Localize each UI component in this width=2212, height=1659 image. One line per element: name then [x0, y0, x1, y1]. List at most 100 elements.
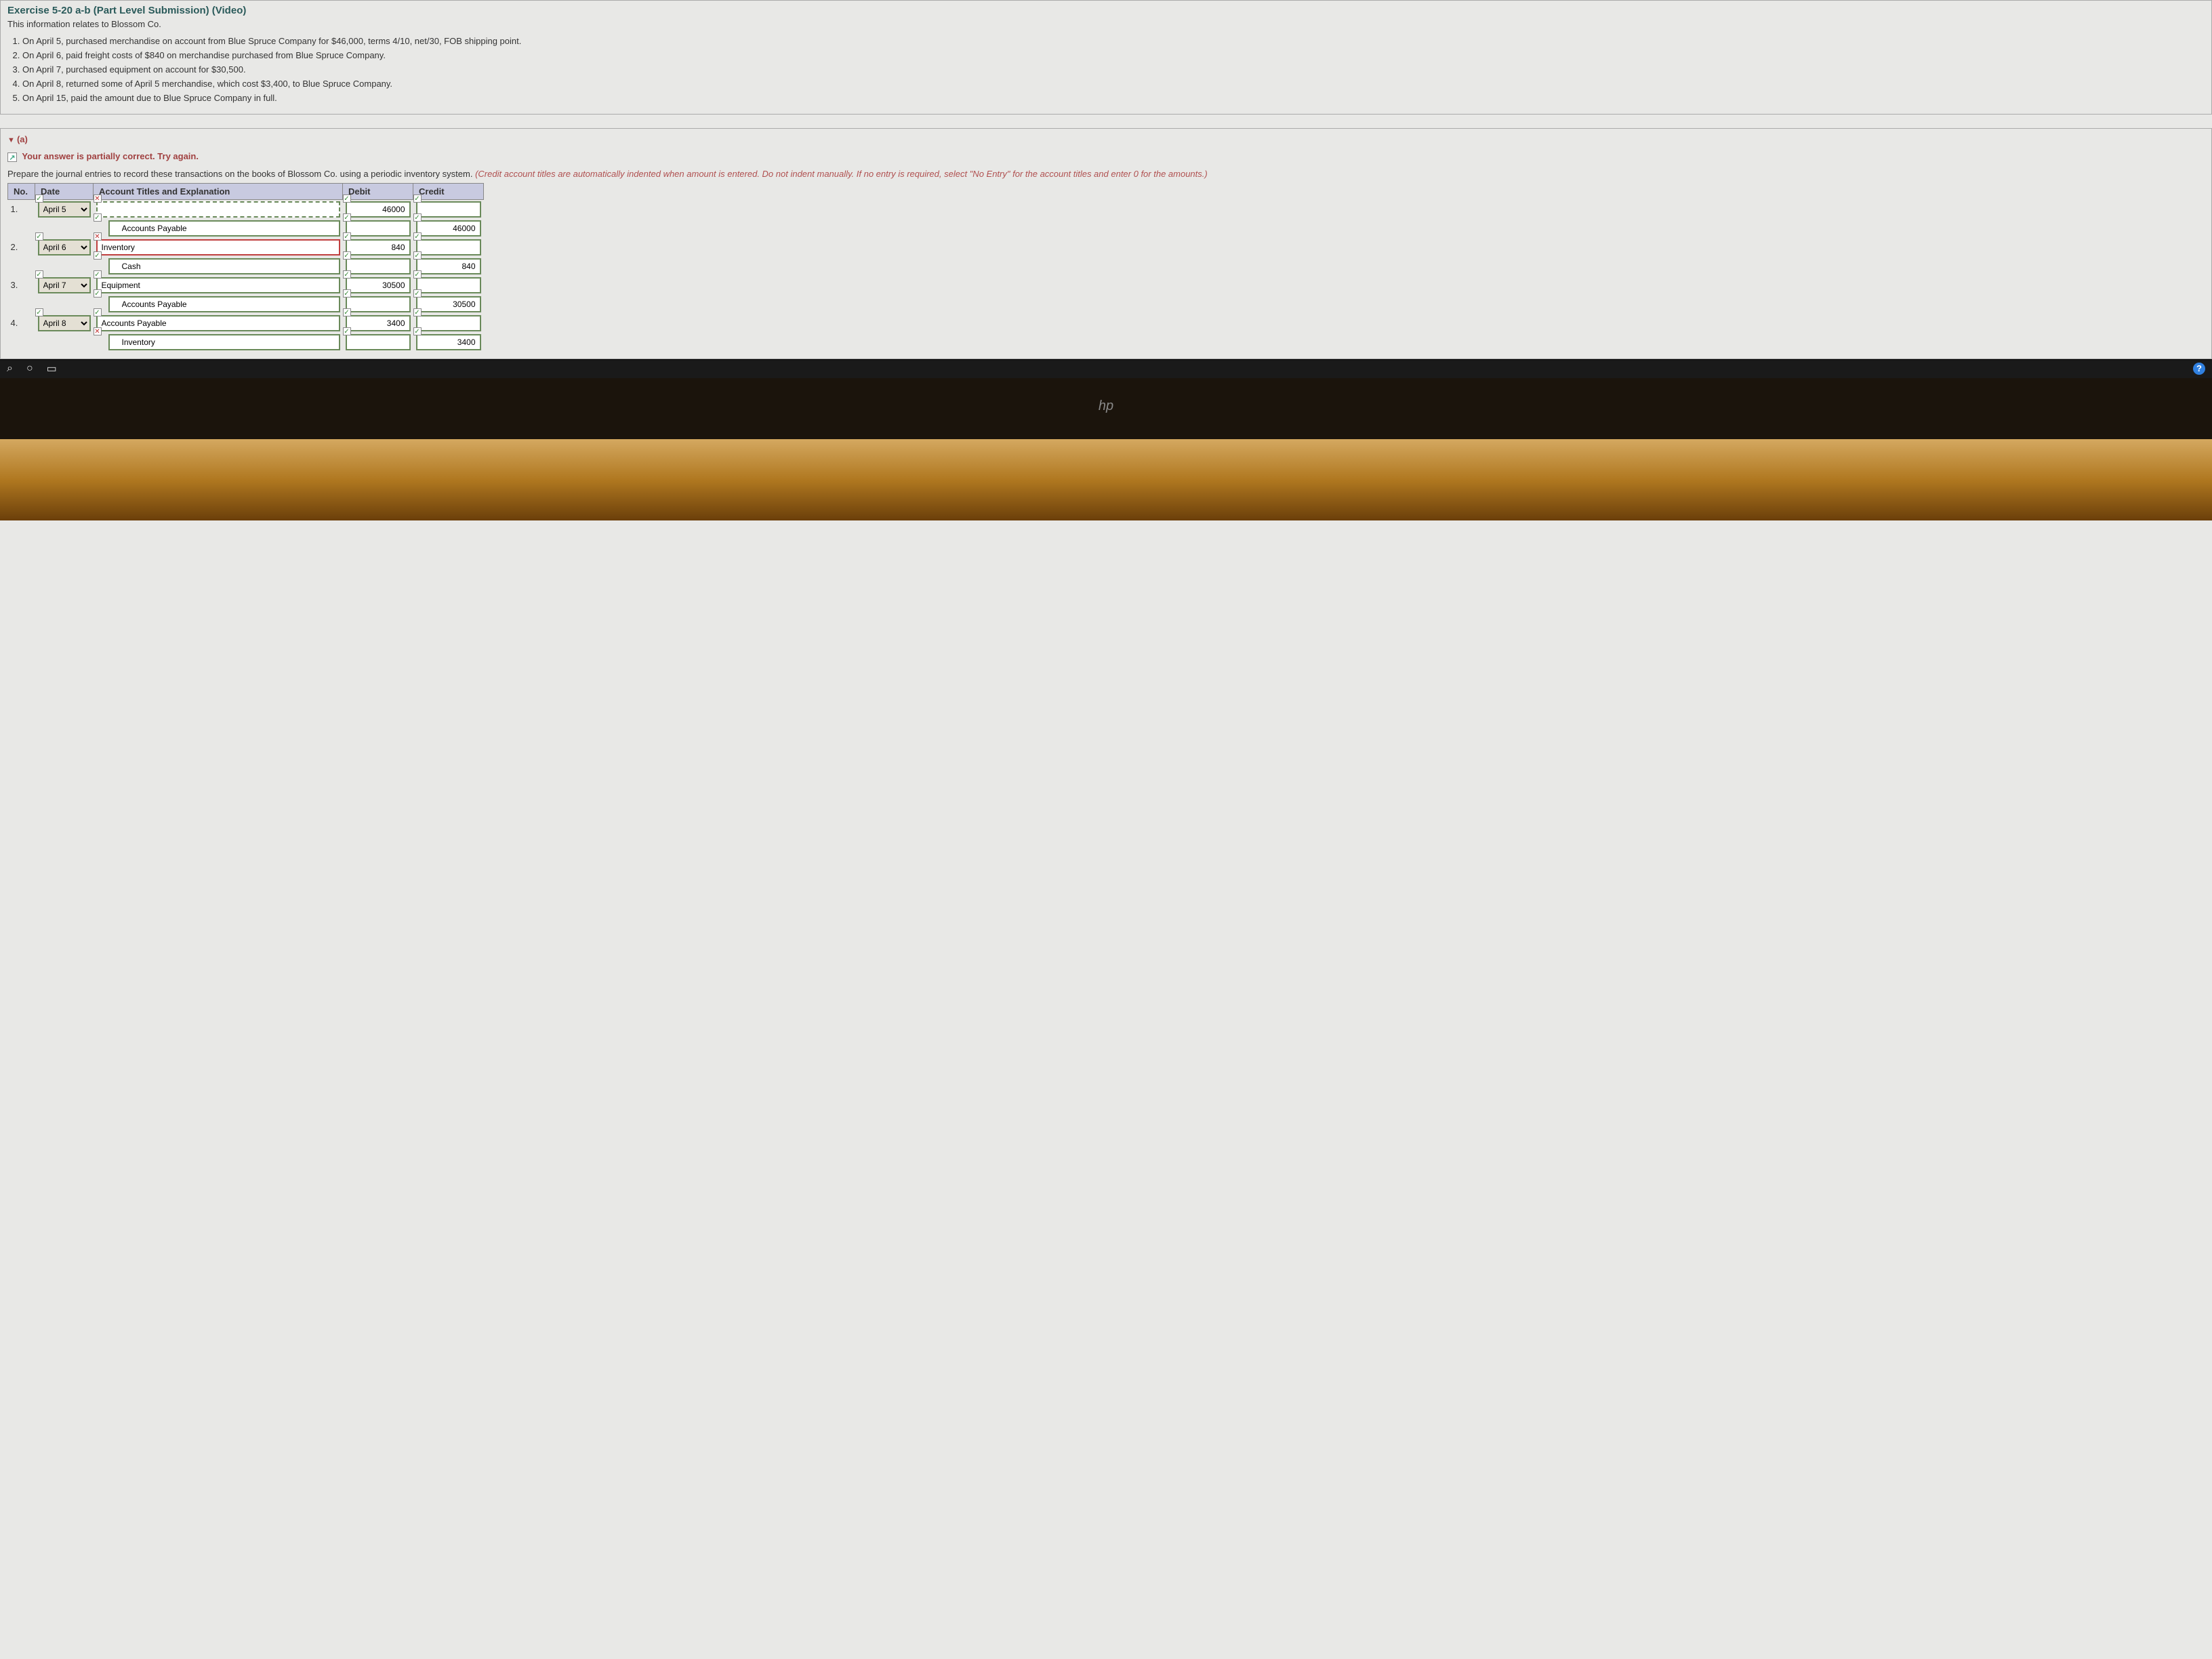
debit-cell: ✓ [343, 219, 413, 238]
date-cell [35, 333, 94, 352]
debit-cell: ✓ [343, 333, 413, 352]
col-credit: Credit [413, 183, 484, 199]
col-date: Date [35, 183, 94, 199]
check-icon: ✓ [413, 289, 422, 298]
intro-text: This information relates to Blossom Co. [7, 19, 2205, 29]
list-item: On April 15, paid the amount due to Blue… [22, 93, 2205, 103]
instructions: Prepare the journal entries to record th… [7, 169, 2205, 179]
date-cell: ✓April 7 [35, 276, 94, 295]
account-title-input[interactable] [108, 334, 340, 350]
check-icon: ✓ [413, 194, 422, 203]
row-number: 2. [8, 238, 35, 257]
table-row: ✓✓✓ [8, 219, 484, 238]
debit-cell: ✓ [343, 199, 413, 219]
check-icon: ✓ [343, 251, 351, 260]
table-row: 2.✓April 6✕✓✓ [8, 238, 484, 257]
date-select[interactable]: April 7 [38, 277, 91, 293]
account-title-input[interactable] [108, 220, 340, 237]
account-title-input[interactable] [108, 258, 340, 274]
date-select[interactable]: April 6 [38, 239, 91, 255]
check-icon: ✓ [343, 270, 351, 279]
debit-cell: ✓ [343, 295, 413, 314]
check-icon: ✓ [413, 213, 422, 222]
credit-cell: ✓ [413, 199, 484, 219]
check-icon: ✓ [35, 194, 43, 203]
date-cell: ✓April 5 [35, 199, 94, 219]
exercise-title: Exercise 5-20 a-b (Part Level Submission… [7, 5, 2205, 16]
account-title-input[interactable] [96, 201, 340, 218]
credit-input[interactable] [416, 296, 481, 312]
credit-input[interactable] [416, 239, 481, 255]
debit-input[interactable] [346, 239, 411, 255]
check-icon: ✓ [413, 232, 422, 241]
date-cell [35, 219, 94, 238]
account-cell: ✕ [94, 333, 343, 352]
credit-cell: ✓ [413, 257, 484, 276]
table-row: 4.✓April 8✓✓✓ [8, 314, 484, 333]
credit-input[interactable] [416, 220, 481, 237]
instruction-note: (Credit account titles are automatically… [475, 169, 1208, 179]
date-select[interactable]: April 8 [38, 315, 91, 331]
check-icon: ✓ [343, 213, 351, 222]
x-icon: ✕ [94, 232, 102, 241]
debit-input[interactable] [346, 201, 411, 218]
credit-input[interactable] [416, 334, 481, 350]
debit-input[interactable] [346, 258, 411, 274]
list-item: On April 6, paid freight costs of $840 o… [22, 50, 2205, 60]
debit-input[interactable] [346, 220, 411, 237]
table-row: ✕✓✓ [8, 333, 484, 352]
account-title-input[interactable] [108, 296, 340, 312]
help-icon[interactable]: ? [2193, 363, 2205, 375]
debit-input[interactable] [346, 277, 411, 293]
credit-input[interactable] [416, 258, 481, 274]
credit-input[interactable] [416, 201, 481, 218]
check-icon: ✓ [413, 251, 422, 260]
debit-cell: ✓ [343, 257, 413, 276]
account-cell: ✓ [94, 314, 343, 333]
problem-header: Exercise 5-20 a-b (Part Level Submission… [0, 0, 2212, 115]
table-row: ✓ ✓ ✓ [8, 295, 484, 314]
desk-surface [0, 439, 2212, 520]
check-icon: ✓ [413, 308, 422, 316]
debit-input[interactable] [346, 334, 411, 350]
windows-taskbar[interactable]: ⌕ ○ ▭ ? [0, 359, 2212, 378]
date-cell: ✓April 6 [35, 238, 94, 257]
part-label[interactable]: (a) [7, 134, 2205, 144]
row-number [8, 295, 35, 314]
row-number: 1. [8, 199, 35, 219]
credit-input[interactable] [416, 315, 481, 331]
credit-input[interactable] [416, 277, 481, 293]
check-icon: ✓ [94, 213, 102, 222]
table-row: 3.✓April 7✓✓✓ [8, 276, 484, 295]
list-item: On April 5, purchased merchandise on acc… [22, 36, 2205, 46]
credit-cell: ✓ [413, 276, 484, 295]
credit-cell: ✓ [413, 238, 484, 257]
account-title-input[interactable] [96, 315, 340, 331]
debit-cell: ✓ [343, 276, 413, 295]
account-title-input[interactable] [96, 277, 340, 293]
date-select[interactable]: April 5 [38, 201, 91, 218]
account-cell: ✓ [94, 219, 343, 238]
check-icon: ✓ [343, 194, 351, 203]
check-icon: ✓ [94, 308, 102, 316]
check-icon: ✓ [343, 232, 351, 241]
list-item: On April 8, returned some of April 5 mer… [22, 79, 2205, 89]
table-row: 1.✓April 5✕✓✓ [8, 199, 484, 219]
check-icon: ✓ [343, 308, 351, 316]
account-cell: ✓ [94, 295, 343, 314]
x-icon: ✕ [94, 194, 102, 203]
list-item: On April 7, purchased equipment on accou… [22, 64, 2205, 75]
taskview-icon[interactable]: ▭ [47, 362, 57, 375]
date-cell: ✓April 8 [35, 314, 94, 333]
row-number: 3. [8, 276, 35, 295]
search-icon[interactable]: ⌕ [7, 363, 13, 375]
account-title-input[interactable] [96, 239, 340, 255]
feedback-text: Your answer is partially correct. Try ag… [22, 151, 199, 161]
check-icon: ✓ [35, 232, 43, 241]
cortana-icon[interactable]: ○ [26, 363, 33, 375]
monitor-bezel: hp [0, 378, 2212, 439]
table-row: ✓✓✓ [8, 257, 484, 276]
debit-input[interactable] [346, 296, 411, 312]
partial-correct-icon: ↗ [7, 152, 17, 162]
debit-input[interactable] [346, 315, 411, 331]
